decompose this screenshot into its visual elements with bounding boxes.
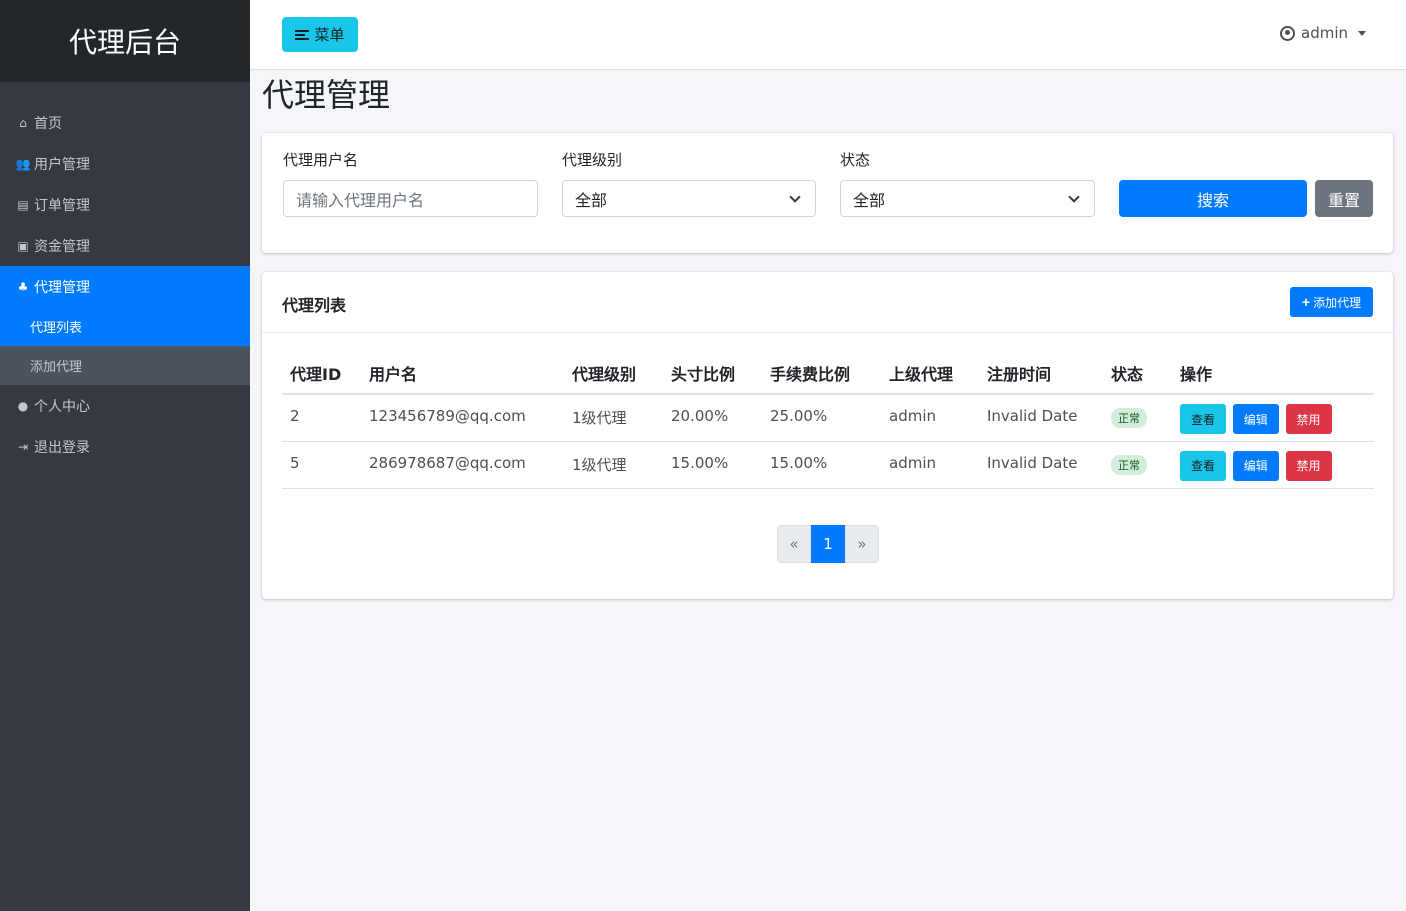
chevron-down-icon: [789, 191, 801, 203]
brand-title: 代理后台: [0, 0, 250, 82]
reset-button[interactable]: 重置: [1315, 180, 1373, 217]
add-agent-label: 添加代理: [1313, 295, 1362, 310]
view-button[interactable]: 查看: [1180, 450, 1226, 481]
disable-button[interactable]: 禁用: [1285, 404, 1332, 434]
cell-username: 286978687@qq.com: [361, 441, 564, 489]
cell-level: 1级代理: [564, 394, 663, 442]
agent-list-card: 代理列表 + 添加代理 代理ID 用户名 代理级别 头寸比例 手续费比例 上级代…: [262, 272, 1393, 599]
pagination-next[interactable]: »: [845, 525, 879, 563]
caret-down-icon: [1358, 30, 1366, 36]
view-button[interactable]: 查看: [1180, 404, 1226, 434]
sidebar-submenu: 代理列表 添加代理: [0, 307, 250, 385]
pagination: « 1 »: [777, 525, 879, 563]
page-title: 代理管理: [262, 76, 391, 114]
money-icon: ▣: [17, 238, 29, 253]
user-dropdown[interactable]: admin: [1280, 24, 1366, 42]
level-filter-select[interactable]: 全部: [562, 180, 816, 217]
cell-status: 正常: [1103, 441, 1172, 489]
sidebar-item-label: 首页: [34, 115, 62, 132]
sidebar-item-home[interactable]: ⌂ 首页: [0, 102, 250, 143]
sidebar-item-funds[interactable]: ▣ 资金管理: [0, 225, 250, 266]
sidebar-item-agents[interactable]: ♣ 代理管理: [0, 266, 250, 307]
cell-position-ratio: 15.00%: [663, 441, 762, 489]
sidebar: 代理后台 ⌂ 首页 👥 用户管理 ▤ 订单管理 ▣ 资金管理 ♣ 代理管理 代理…: [0, 0, 250, 911]
filter-card: 代理用户名 请输入代理用户名 代理级别 全部 状态 全部 搜索 重置: [262, 133, 1393, 253]
cell-actions: 查看 编辑 禁用: [1172, 394, 1374, 442]
table-row: 2 123456789@qq.com 1级代理 20.00% 25.00% ad…: [282, 394, 1374, 442]
column-header: 代理ID: [282, 352, 361, 395]
cell-fee-ratio: 25.00%: [762, 394, 881, 442]
table-header-row: 代理ID 用户名 代理级别 头寸比例 手续费比例 上级代理 注册时间 状态 操作: [282, 352, 1374, 395]
plus-icon: +: [1301, 294, 1311, 310]
cell-id: 2: [282, 394, 361, 442]
menu-icon: [295, 28, 310, 42]
cell-level: 1级代理: [564, 441, 663, 489]
menu-toggle-button[interactable]: 菜单: [282, 17, 358, 52]
cell-username: 123456789@qq.com: [361, 394, 564, 442]
level-filter-value: 全部: [575, 190, 608, 210]
sidebar-item-label: 订单管理: [34, 197, 90, 214]
sidebar-item-users[interactable]: 👥 用户管理: [0, 143, 250, 184]
submenu-item-agent-list[interactable]: 代理列表: [0, 307, 250, 346]
username-filter-input[interactable]: 请输入代理用户名: [283, 180, 538, 217]
username: admin: [1301, 24, 1348, 42]
file-icon: ▤: [17, 197, 29, 212]
edit-button[interactable]: 编辑: [1232, 404, 1279, 434]
cell-id: 5: [282, 441, 361, 489]
cell-parent: admin: [881, 441, 979, 489]
sidebar-item-label: 资金管理: [34, 238, 90, 255]
topbar: 菜单 admin: [250, 0, 1406, 70]
status-filter-label: 状态: [840, 151, 871, 169]
sidebar-item-label: 退出登录: [34, 439, 90, 456]
status-filter-value: 全部: [853, 190, 886, 210]
add-agent-button[interactable]: + 添加代理: [1290, 287, 1373, 317]
edit-button[interactable]: 编辑: [1232, 450, 1279, 481]
status-badge: 正常: [1111, 454, 1147, 475]
status-filter-select[interactable]: 全部: [840, 180, 1095, 217]
user-circle-icon: [1280, 25, 1295, 41]
cell-status: 正常: [1103, 394, 1172, 442]
sidebar-item-label: 用户管理: [34, 156, 90, 173]
column-header: 代理级别: [564, 352, 663, 395]
sidebar-item-profile[interactable]: ● 个人中心: [0, 385, 250, 426]
level-filter-label: 代理级别: [562, 151, 623, 169]
table-row: 5 286978687@qq.com 1级代理 15.00% 15.00% ad…: [282, 441, 1374, 489]
menu-button-label: 菜单: [314, 27, 345, 44]
user-icon: ●: [17, 398, 29, 413]
pagination-prev[interactable]: «: [777, 525, 811, 563]
list-title: 代理列表: [282, 296, 347, 315]
column-header: 手续费比例: [762, 352, 881, 395]
sidebar-item-logout[interactable]: ⇥ 退出登录: [0, 426, 250, 467]
cell-registered: Invalid Date: [979, 441, 1103, 489]
sidebar-item-label: 个人中心: [34, 398, 90, 415]
cell-fee-ratio: 15.00%: [762, 441, 881, 489]
pagination-page-1[interactable]: 1: [811, 525, 845, 563]
cell-position-ratio: 20.00%: [663, 394, 762, 442]
disable-button[interactable]: 禁用: [1285, 450, 1332, 481]
column-header: 注册时间: [979, 352, 1103, 395]
column-header: 用户名: [361, 352, 564, 395]
submenu-item-add-agent[interactable]: 添加代理: [0, 346, 250, 385]
cell-actions: 查看 编辑 禁用: [1172, 441, 1374, 489]
column-header: 操作: [1172, 352, 1374, 395]
users-icon: 👥: [15, 156, 31, 171]
column-header: 头寸比例: [663, 352, 762, 395]
sidebar-item-label: 代理管理: [34, 279, 90, 296]
cell-parent: admin: [881, 394, 979, 442]
sidebar-menu: ⌂ 首页 👥 用户管理 ▤ 订单管理 ▣ 资金管理 ♣ 代理管理 代理列表 添加…: [0, 102, 250, 467]
chevron-down-icon: [1068, 191, 1080, 203]
sitemap-icon: ♣: [17, 279, 29, 294]
username-filter-label: 代理用户名: [283, 151, 359, 169]
home-icon: ⌂: [19, 115, 27, 130]
status-badge: 正常: [1111, 408, 1147, 428]
search-button[interactable]: 搜索: [1119, 180, 1307, 217]
column-header: 状态: [1103, 352, 1172, 395]
list-header: 代理列表 + 添加代理: [262, 272, 1393, 333]
column-header: 上级代理: [881, 352, 979, 395]
sidebar-item-orders[interactable]: ▤ 订单管理: [0, 184, 250, 225]
logout-icon: ⇥: [17, 439, 29, 454]
agent-table: 代理ID 用户名 代理级别 头寸比例 手续费比例 上级代理 注册时间 状态 操作…: [282, 352, 1374, 489]
cell-registered: Invalid Date: [979, 394, 1103, 442]
